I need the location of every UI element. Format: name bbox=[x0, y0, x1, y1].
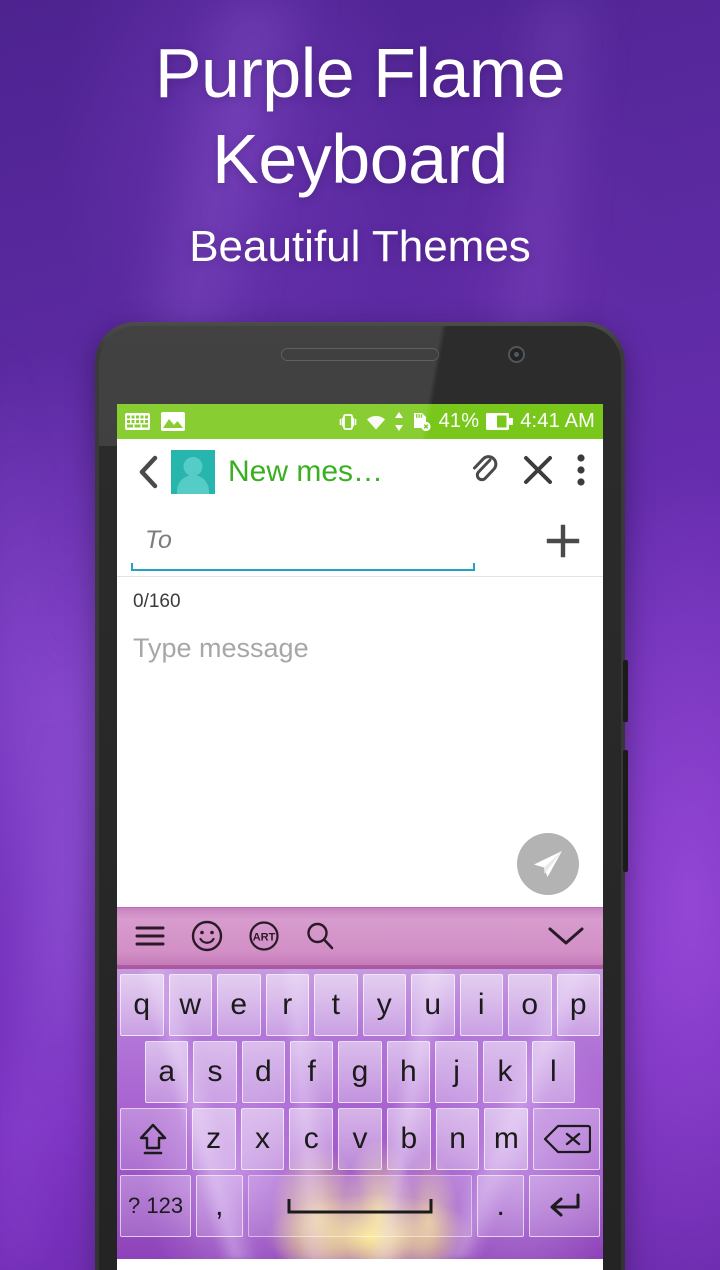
image-icon bbox=[161, 412, 185, 431]
battery-icon bbox=[486, 413, 514, 430]
art-icon[interactable]: ART bbox=[249, 921, 279, 956]
avatar-body bbox=[177, 475, 209, 494]
plus-icon[interactable] bbox=[537, 521, 589, 561]
key-u[interactable]: u bbox=[411, 974, 455, 1036]
key-a[interactable]: a bbox=[145, 1041, 189, 1103]
chevron-down-icon[interactable] bbox=[547, 925, 585, 952]
svg-text:ART: ART bbox=[253, 932, 276, 944]
data-arrows-icon bbox=[394, 412, 404, 431]
send-paper-plane-icon bbox=[534, 851, 562, 877]
search-icon[interactable] bbox=[305, 921, 335, 956]
key-period[interactable]: . bbox=[477, 1175, 524, 1237]
key-s[interactable]: s bbox=[193, 1041, 237, 1103]
enter-icon[interactable] bbox=[528, 1175, 600, 1237]
recipient-row: To bbox=[117, 505, 603, 577]
send-button[interactable] bbox=[517, 833, 579, 895]
key-k[interactable]: k bbox=[483, 1041, 527, 1103]
keyboard-row-3: z x c v b n m bbox=[117, 1108, 603, 1170]
message-input-placeholder[interactable]: Type message bbox=[133, 633, 587, 664]
status-time: 4:41 AM bbox=[520, 410, 595, 432]
key-symbols[interactable]: ? 123 bbox=[120, 1175, 192, 1237]
key-f[interactable]: f bbox=[289, 1041, 334, 1103]
vibrate-icon bbox=[338, 412, 358, 432]
key-g[interactable]: g bbox=[338, 1041, 382, 1103]
key-z[interactable]: z bbox=[191, 1108, 236, 1170]
key-j[interactable]: j bbox=[434, 1041, 479, 1103]
battery-percent: 41% bbox=[438, 410, 480, 432]
key-b[interactable]: b bbox=[386, 1108, 431, 1170]
key-comma[interactable]: , bbox=[196, 1175, 243, 1237]
character-counter: 0/160 bbox=[133, 591, 181, 612]
sdcard-error-icon bbox=[411, 411, 432, 432]
front-camera bbox=[508, 346, 525, 363]
message-body: 0/160 Type message bbox=[117, 577, 603, 907]
key-w[interactable]: w bbox=[168, 974, 212, 1036]
status-bar: 41% 4:41 AM bbox=[117, 404, 603, 439]
keyboard-toolbar: ART bbox=[117, 907, 603, 969]
key-e[interactable]: e bbox=[217, 974, 261, 1036]
keyboard-row-2: a s d f g h j k l bbox=[117, 1041, 603, 1103]
promo-title-line1: Purple Flame bbox=[154, 34, 566, 112]
key-o[interactable]: o bbox=[508, 974, 552, 1036]
key-t[interactable]: t bbox=[314, 974, 358, 1036]
recipient-placeholder: To bbox=[145, 526, 172, 554]
key-p[interactable]: p bbox=[556, 974, 600, 1036]
promo-title-line2: Keyboard bbox=[212, 120, 508, 198]
avatar-head bbox=[183, 457, 203, 476]
wifi-icon bbox=[365, 413, 387, 431]
avatar[interactable] bbox=[171, 450, 215, 494]
emoji-icon[interactable] bbox=[191, 920, 223, 957]
key-d[interactable]: d bbox=[241, 1041, 285, 1103]
recipient-underline bbox=[131, 563, 475, 571]
key-n[interactable]: n bbox=[435, 1108, 480, 1170]
key-v[interactable]: v bbox=[338, 1108, 382, 1170]
phone-mockup: 41% 4:41 AM New mes… To 0/160 Type messa… bbox=[95, 322, 628, 1270]
promo-subtitle: Beautiful Themes bbox=[189, 222, 531, 271]
menu-icon[interactable] bbox=[135, 924, 165, 953]
recipient-input[interactable]: To bbox=[131, 526, 537, 571]
phone-screen: 41% 4:41 AM New mes… To 0/160 Type messa… bbox=[117, 404, 603, 1270]
keyboard-row-4: ? 123 , . bbox=[117, 1175, 603, 1237]
key-q[interactable]: q bbox=[120, 974, 164, 1036]
close-icon[interactable] bbox=[523, 455, 553, 490]
backspace-icon[interactable] bbox=[533, 1108, 600, 1170]
keyboard: q w e r t y u i o p a s d f g h j k l z … bbox=[117, 969, 603, 1259]
key-r[interactable]: r bbox=[265, 974, 309, 1036]
key-x[interactable]: x bbox=[240, 1108, 285, 1170]
promo-headline: Purple Flame Keyboard Beautiful Themes bbox=[0, 30, 720, 278]
keyboard-icon bbox=[125, 413, 150, 430]
shift-icon[interactable] bbox=[120, 1108, 187, 1170]
key-i[interactable]: i bbox=[459, 974, 503, 1036]
chevron-left-icon[interactable] bbox=[131, 455, 165, 489]
volume-button[interactable] bbox=[623, 750, 628, 872]
keyboard-row-1: q w e r t y u i o p bbox=[117, 969, 603, 1036]
phone-bezel: 41% 4:41 AM New mes… To 0/160 Type messa… bbox=[99, 326, 621, 1270]
attach-icon[interactable] bbox=[469, 453, 499, 492]
key-m[interactable]: m bbox=[484, 1108, 529, 1170]
key-y[interactable]: y bbox=[362, 974, 406, 1036]
earpiece-speaker bbox=[281, 348, 439, 361]
page-title: New mes… bbox=[228, 455, 384, 488]
overflow-menu-icon[interactable] bbox=[577, 453, 585, 491]
app-bar: New mes… bbox=[117, 439, 603, 505]
key-l[interactable]: l bbox=[531, 1041, 575, 1103]
key-h[interactable]: h bbox=[386, 1041, 430, 1103]
power-button[interactable] bbox=[623, 660, 628, 722]
key-space[interactable] bbox=[247, 1175, 473, 1237]
key-c[interactable]: c bbox=[289, 1108, 334, 1170]
